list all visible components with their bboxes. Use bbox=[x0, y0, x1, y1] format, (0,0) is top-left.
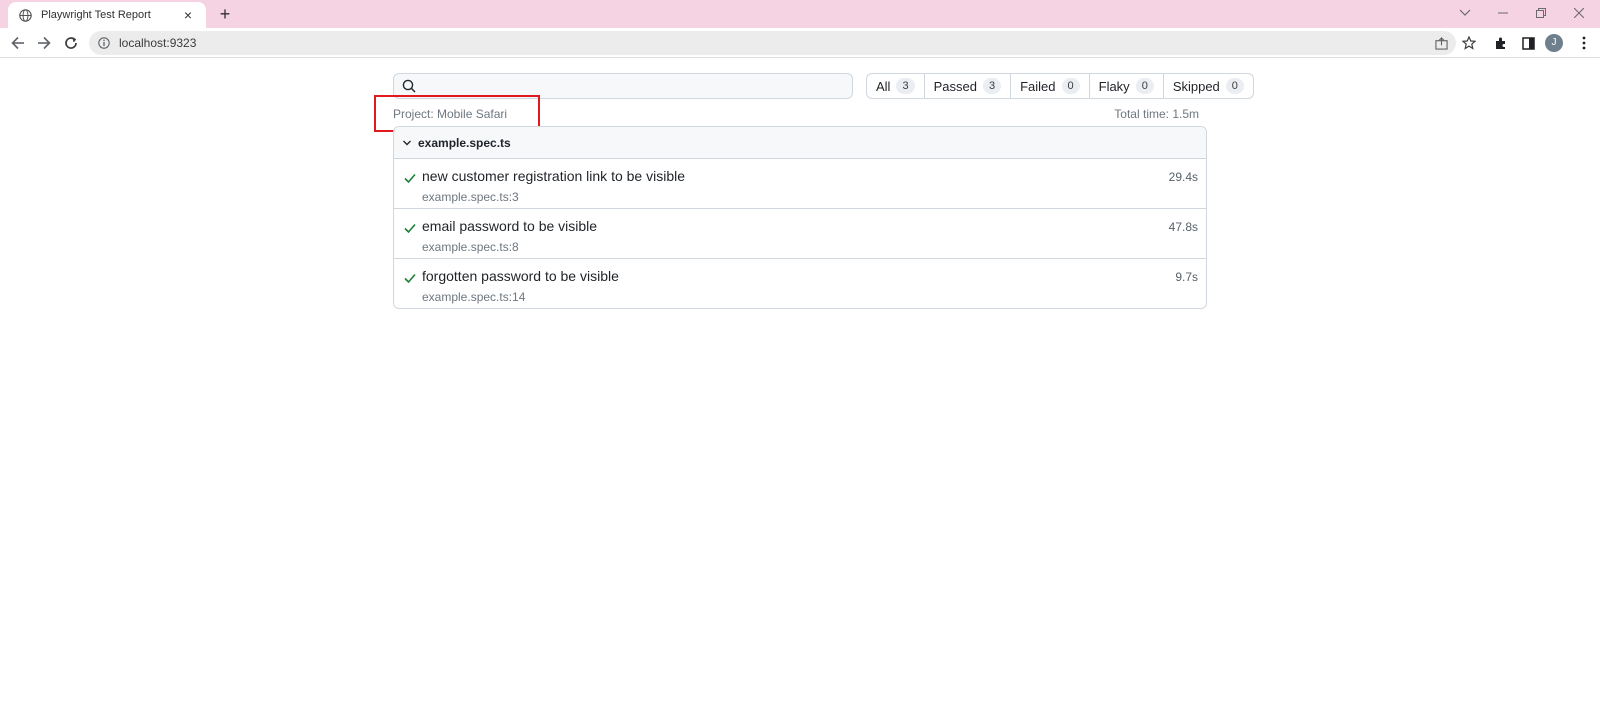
filter-count: 0 bbox=[1061, 78, 1080, 94]
test-file-group: example.spec.ts new customer registratio… bbox=[393, 126, 1207, 309]
test-location: example.spec.ts:8 bbox=[422, 240, 519, 254]
filter-passed[interactable]: Passed 3 bbox=[925, 74, 1012, 98]
filter-count: 0 bbox=[1225, 78, 1244, 94]
total-time: Total time: 1.5m bbox=[1114, 107, 1199, 121]
tab-strip: Playwright Test Report × + bbox=[0, 0, 1600, 28]
profile-avatar[interactable]: J bbox=[1545, 34, 1563, 52]
url-text[interactable]: localhost:9323 bbox=[119, 36, 196, 50]
tab-search-icon[interactable] bbox=[1455, 4, 1475, 22]
search-input[interactable] bbox=[422, 75, 852, 97]
globe-icon bbox=[18, 8, 32, 22]
test-row[interactable]: email password to be visible example.spe… bbox=[394, 209, 1206, 259]
test-location: example.spec.ts:14 bbox=[422, 290, 526, 304]
test-title[interactable]: new customer registration link to be vis… bbox=[422, 168, 685, 184]
reload-icon[interactable] bbox=[61, 33, 81, 53]
address-bar[interactable]: localhost:9323 bbox=[89, 31, 1456, 55]
test-row[interactable]: new customer registration link to be vis… bbox=[394, 159, 1206, 209]
search-icon bbox=[402, 79, 416, 93]
test-title[interactable]: forgotten password to be visible bbox=[422, 268, 619, 284]
side-panel-icon[interactable] bbox=[1518, 33, 1538, 53]
status-filters: All 3 Passed 3 Failed 0 Flaky 0 Skipped … bbox=[866, 73, 1254, 99]
filter-label: Passed bbox=[933, 78, 977, 94]
test-duration: 29.4s bbox=[1168, 170, 1198, 184]
check-icon bbox=[403, 221, 417, 235]
test-row[interactable]: forgotten password to be visible example… bbox=[394, 259, 1206, 308]
filter-skipped[interactable]: Skipped 0 bbox=[1164, 74, 1253, 98]
browser-tab[interactable]: Playwright Test Report × bbox=[8, 2, 206, 28]
test-location: example.spec.ts:3 bbox=[422, 190, 519, 204]
filter-label: Failed bbox=[1020, 78, 1056, 94]
test-title[interactable]: email password to be visible bbox=[422, 218, 597, 234]
filter-label: Skipped bbox=[1172, 78, 1220, 94]
filter-count: 3 bbox=[982, 78, 1002, 94]
share-icon[interactable] bbox=[1432, 34, 1450, 52]
back-arrow-icon[interactable] bbox=[8, 33, 28, 53]
info-icon[interactable] bbox=[98, 37, 110, 49]
filter-count: 0 bbox=[1135, 78, 1154, 94]
test-duration: 47.8s bbox=[1168, 220, 1198, 234]
new-tab-button[interactable]: + bbox=[215, 4, 235, 24]
minimize-icon[interactable] bbox=[1493, 4, 1513, 22]
browser-toolbar: localhost:9323 J bbox=[0, 28, 1600, 58]
bookmark-star-icon[interactable] bbox=[1459, 33, 1479, 53]
filter-label: Flaky bbox=[1098, 78, 1130, 94]
forward-arrow-icon[interactable] bbox=[34, 33, 54, 53]
filter-count: 3 bbox=[896, 78, 915, 94]
restore-icon[interactable] bbox=[1531, 4, 1551, 22]
extensions-puzzle-icon[interactable] bbox=[1491, 33, 1511, 53]
check-icon bbox=[403, 171, 417, 185]
check-icon bbox=[403, 271, 417, 285]
kebab-menu-icon[interactable] bbox=[1574, 33, 1594, 53]
filter-flaky[interactable]: Flaky 0 bbox=[1090, 74, 1164, 98]
filter-label: All bbox=[876, 78, 891, 94]
close-tab-icon[interactable]: × bbox=[180, 7, 196, 23]
file-header[interactable]: example.spec.ts bbox=[394, 127, 1206, 159]
filter-all[interactable]: All 3 bbox=[867, 74, 925, 98]
filter-failed[interactable]: Failed 0 bbox=[1011, 74, 1090, 98]
tab-title: Playwright Test Report bbox=[41, 9, 151, 21]
close-window-icon[interactable] bbox=[1569, 4, 1589, 22]
test-duration: 9.7s bbox=[1175, 270, 1198, 284]
file-name: example.spec.ts bbox=[418, 135, 511, 150]
chevron-down-icon[interactable] bbox=[402, 138, 412, 148]
